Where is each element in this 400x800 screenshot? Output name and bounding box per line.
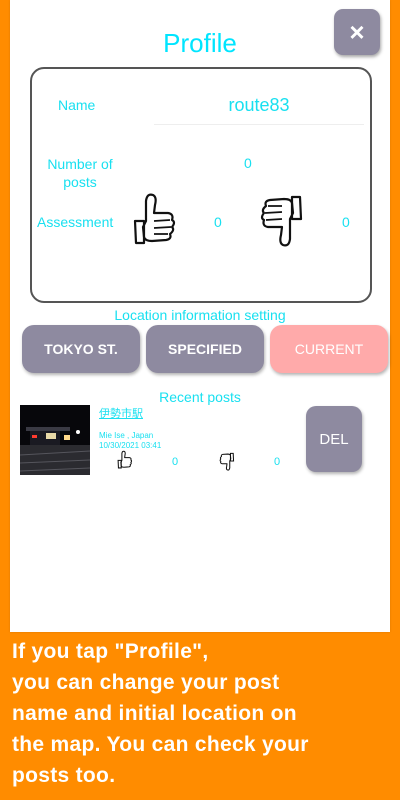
delete-post-button[interactable]: DEL [306,406,362,472]
dislikes-count: 0 [342,214,350,230]
caption-line: you can change your post [12,671,280,694]
profile-card: Name route83 Number of posts 0 Assessmen… [30,67,372,303]
thumbs-up-icon [133,193,176,245]
specified-location-button[interactable]: SPECIFIED [146,325,264,373]
thumbs-up-icon [117,450,133,469]
post-location: Mie Ise , Japan [99,431,154,440]
post-title[interactable]: 伊勢市駅 [99,405,143,421]
current-location-button[interactable]: CURRENT [270,325,388,373]
name-label: Name [58,97,96,113]
caption-line: posts too. [12,764,116,787]
page-title: Profile [163,28,237,58]
profile-panel: Profile × Name route83 Number of posts 0… [10,0,390,632]
caption-line: name and initial location on [12,702,297,725]
likes-count: 0 [214,214,222,230]
post-thumbnail[interactable] [20,405,90,475]
recent-posts-label: Recent posts [159,389,241,405]
close-button[interactable]: × [334,9,380,55]
post-date: 10/30/2021 03:41 [99,441,162,450]
thumbs-down-icon [219,452,235,471]
posts-count: 0 [244,155,252,171]
close-icon: × [349,17,365,47]
caption-line: the map. You can check your [12,733,309,756]
location-setting-label: Location information setting [114,307,286,323]
caption-line: If you tap "Profile", [12,640,209,663]
post-likes-count: 0 [172,456,179,468]
instruction-caption: If you tap "Profile", you can change you… [12,636,392,791]
assessment-label: Assessment [37,214,114,230]
thumbs-down-icon [260,195,303,247]
name-field[interactable]: route83 [154,95,364,125]
posts-label: Number of posts [47,156,113,190]
post-dislikes-count: 0 [274,456,281,468]
tokyo-station-button[interactable]: TOKYO ST. [22,325,140,373]
